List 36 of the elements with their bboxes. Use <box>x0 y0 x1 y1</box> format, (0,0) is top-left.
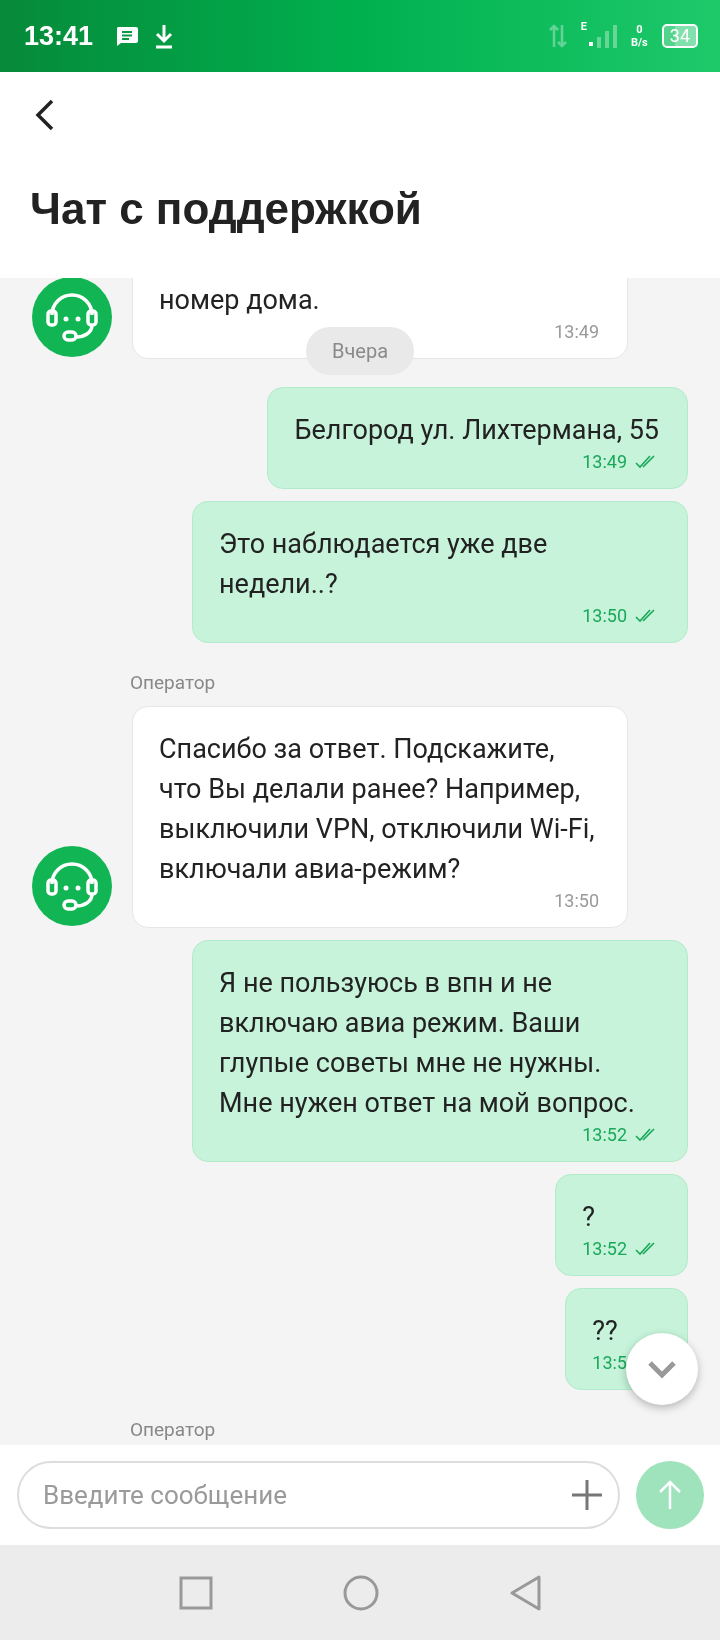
message-input[interactable]: Введите сообщение <box>17 1461 620 1529</box>
signal-icon <box>589 24 617 48</box>
operator-avatar-icon <box>32 846 112 926</box>
back-nav-icon[interactable] <box>509 1574 541 1611</box>
message-time: 13:49 <box>554 320 599 344</box>
message-text: Я не пользуюсь в впн и не включаю авиа режим. Ваши глупые советы мне не нужны. Мне нужен ответ на мой вопрос. <box>219 966 636 1121</box>
recent-apps-icon[interactable] <box>179 1575 213 1610</box>
back-icon[interactable] <box>34 98 56 132</box>
message-text: Это наблюдается уже две недели..? <box>219 527 549 602</box>
speed-unit: B/s <box>631 36 648 49</box>
sender-label: Оператор <box>130 671 217 694</box>
message-text: Спасибо за ответ. Подскажите, что Вы делали ранее? Например, выключили VPN, отключили Wi-Fi, включали авиа-режим? <box>159 732 596 887</box>
sender-label: Оператор <box>130 1418 217 1441</box>
data-arrows-icon <box>548 23 567 49</box>
date-chip: Вчера <box>305 327 415 375</box>
message-time: 13:5 <box>592 1351 627 1375</box>
scroll-down-button[interactable] <box>626 1333 698 1405</box>
message-text: Белгород ул. Лихтермана, 55 <box>294 413 659 448</box>
message-time: 13:52 <box>582 1237 627 1261</box>
message-icon <box>115 25 140 47</box>
message-text: номер дома. <box>159 283 320 318</box>
home-icon[interactable] <box>343 1574 379 1611</box>
message-time: 13:50 <box>554 889 599 913</box>
message-time: 13:49 <box>582 450 627 474</box>
network-type: E <box>580 20 587 33</box>
chevron-down-icon <box>646 1359 678 1379</box>
page-title: Чат с поддержкой <box>30 184 423 234</box>
arrow-up-icon <box>658 1479 682 1511</box>
message-text: ? <box>582 1200 595 1235</box>
message-time: 13:50 <box>582 604 627 628</box>
speed-value: 0 <box>636 23 643 36</box>
message-text: ?? <box>592 1314 618 1349</box>
message-time: 13:52 <box>582 1123 627 1147</box>
plus-icon[interactable] <box>570 1478 604 1512</box>
status-time: 13:41 <box>24 20 94 52</box>
battery-indicator: 34 <box>661 24 698 48</box>
